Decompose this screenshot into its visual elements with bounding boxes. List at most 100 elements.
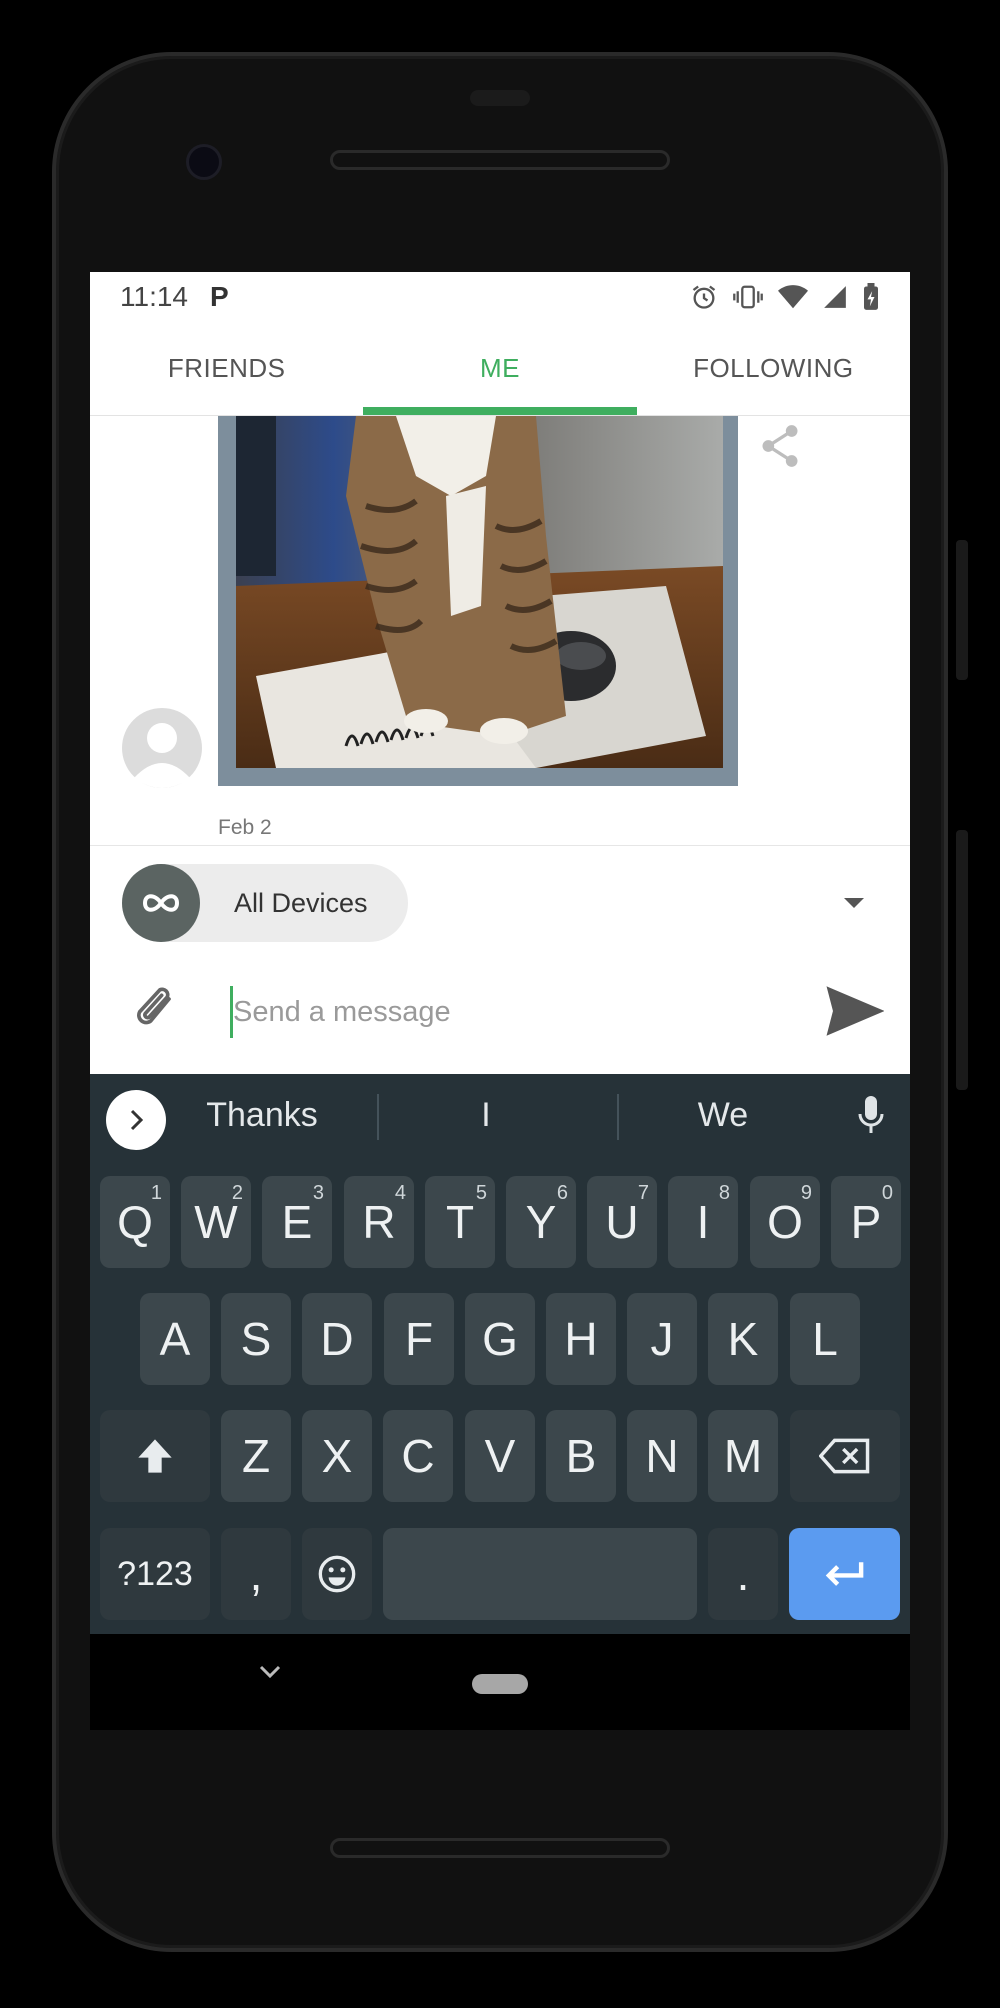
key-number-hint: 2 — [231, 1182, 243, 1204]
key-number-hint: 0 — [881, 1182, 893, 1204]
key-label: X — [321, 1430, 353, 1482]
infinity-icon — [122, 864, 200, 942]
key-z[interactable]: Z — [221, 1410, 291, 1502]
suggestion-divider — [377, 1094, 379, 1140]
alarm-icon — [692, 285, 716, 309]
key-number-hint: 8 — [718, 1182, 730, 1204]
key-j[interactable]: J — [627, 1293, 697, 1385]
system-nav-bar — [90, 1634, 910, 1730]
key-number-hint: 5 — [475, 1182, 487, 1204]
key-i[interactable]: I8 — [668, 1176, 738, 1268]
soft-keyboard: Thanks I We ?123 , . Q 1 W 2 E 3 R 4 T 5… — [90, 1074, 910, 1634]
wifi-icon — [778, 285, 808, 309]
key-p[interactable]: P0 — [831, 1176, 901, 1268]
status-time: 11:14 — [120, 281, 188, 312]
key-m[interactable]: M — [708, 1410, 778, 1502]
key-v[interactable]: V — [465, 1410, 535, 1502]
suggestion-3[interactable]: We — [623, 1096, 823, 1135]
key-label: R — [362, 1196, 396, 1248]
paperclip-icon[interactable] — [136, 984, 180, 1041]
status-icons — [690, 283, 880, 311]
key-label: M — [723, 1430, 763, 1482]
key-q[interactable]: Q1 — [100, 1176, 170, 1268]
suggestion-divider — [617, 1094, 619, 1140]
key-label: E — [281, 1196, 313, 1248]
tab-friends[interactable]: FRIENDS — [90, 322, 363, 415]
key-label: O — [767, 1196, 803, 1248]
key-number-hint: 9 — [800, 1182, 812, 1204]
key-label: L — [812, 1313, 838, 1365]
vibrate-icon — [733, 285, 763, 309]
key-label: D — [320, 1313, 354, 1365]
key-label: A — [159, 1313, 191, 1365]
microphone-icon[interactable] — [858, 1096, 884, 1141]
key-u[interactable]: U7 — [587, 1176, 657, 1268]
share-icon[interactable] — [760, 424, 800, 473]
phone-device: 11:14 P FRIENDS ME FOLLOWING Feb 2 All D… — [0, 0, 1000, 2008]
key-a[interactable]: A — [140, 1293, 210, 1385]
key-n[interactable]: N — [627, 1410, 697, 1502]
symbols-key[interactable]: ?123 — [100, 1528, 210, 1620]
comma-key[interactable]: , — [221, 1528, 291, 1620]
key-label: N — [645, 1430, 679, 1482]
key-s[interactable]: S — [221, 1293, 291, 1385]
key-number-hint: 1 — [150, 1182, 162, 1204]
suggestion-2[interactable]: I — [386, 1096, 586, 1135]
tab-me[interactable]: ME — [363, 322, 637, 415]
device-selector-row: All Devices — [90, 846, 910, 956]
key-label: G — [482, 1313, 518, 1365]
key-number-hint: 7 — [637, 1182, 649, 1204]
key-label: Z — [241, 1430, 271, 1482]
battery-icon — [864, 283, 878, 310]
key-label: F — [404, 1313, 434, 1365]
key-w[interactable]: W2 — [181, 1176, 251, 1268]
key-k[interactable]: K — [708, 1293, 778, 1385]
key-label: B — [565, 1430, 597, 1482]
key-c[interactable]: C — [383, 1410, 453, 1502]
period-key[interactable]: . — [708, 1528, 778, 1620]
emoji-key[interactable] — [302, 1528, 372, 1620]
key-h[interactable]: H — [546, 1293, 616, 1385]
device-selector[interactable]: All Devices — [122, 864, 408, 942]
key-x[interactable]: X — [302, 1410, 372, 1502]
message-feed: Feb 2 — [90, 416, 910, 846]
key-number-hint: 3 — [312, 1182, 324, 1204]
key-g[interactable]: G — [465, 1293, 535, 1385]
dropdown-arrow-icon[interactable] — [842, 896, 866, 915]
cat-photo[interactable] — [236, 416, 723, 768]
volume-button — [956, 830, 968, 1090]
tab-following[interactable]: FOLLOWING — [637, 322, 910, 415]
key-y[interactable]: Y6 — [506, 1176, 576, 1268]
tab-bar: FRIENDS ME FOLLOWING — [90, 322, 910, 416]
app-notification-icon: P — [210, 281, 229, 312]
key-t[interactable]: T5 — [425, 1176, 495, 1268]
nav-down-chevron-icon[interactable] — [258, 1664, 282, 1685]
space-key[interactable] — [383, 1528, 697, 1620]
key-label: K — [727, 1313, 759, 1365]
shift-key[interactable] — [100, 1410, 210, 1502]
top-sensor — [470, 90, 530, 106]
key-number-hint: 4 — [394, 1182, 406, 1204]
nav-home-pill[interactable] — [472, 1674, 528, 1694]
key-e[interactable]: E3 — [262, 1176, 332, 1268]
key-o[interactable]: O9 — [750, 1176, 820, 1268]
emoji-icon — [318, 1555, 356, 1593]
suggestion-1[interactable]: Thanks — [162, 1096, 362, 1135]
key-label: H — [564, 1313, 598, 1365]
chevron-right-icon[interactable] — [106, 1090, 166, 1150]
key-label: S — [240, 1313, 272, 1365]
key-b[interactable]: B — [546, 1410, 616, 1502]
key-r[interactable]: R4 — [344, 1176, 414, 1268]
backspace-key[interactable] — [790, 1410, 900, 1502]
device-selector-label: All Devices — [234, 887, 368, 918]
message-input[interactable] — [230, 986, 790, 1038]
key-l[interactable]: L — [790, 1293, 860, 1385]
signal-icon — [824, 286, 846, 308]
avatar[interactable] — [122, 708, 202, 788]
send-icon[interactable] — [826, 986, 885, 1041]
key-f[interactable]: F — [384, 1293, 454, 1385]
key-label: Q — [117, 1196, 153, 1248]
key-d[interactable]: D — [302, 1293, 372, 1385]
key-label: V — [484, 1430, 516, 1482]
enter-key[interactable] — [789, 1528, 900, 1620]
